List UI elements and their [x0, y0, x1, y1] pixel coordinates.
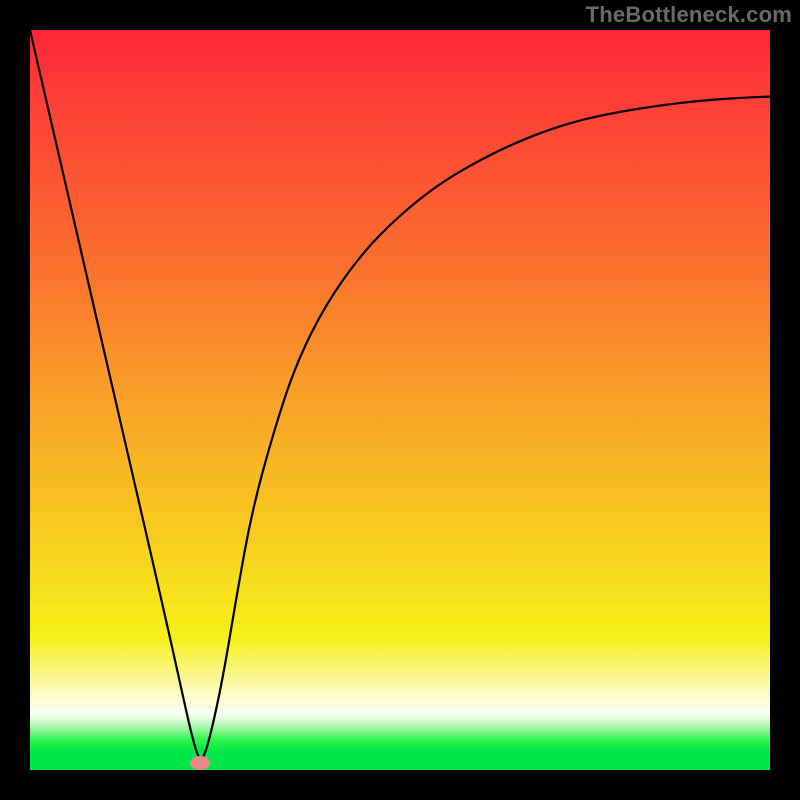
- chart-frame: TheBottleneck.com: [0, 0, 800, 800]
- bottleneck-curve: [30, 30, 770, 770]
- watermark-text: TheBottleneck.com: [586, 2, 792, 28]
- valley-marker: [190, 756, 210, 770]
- plot-area: [30, 30, 770, 770]
